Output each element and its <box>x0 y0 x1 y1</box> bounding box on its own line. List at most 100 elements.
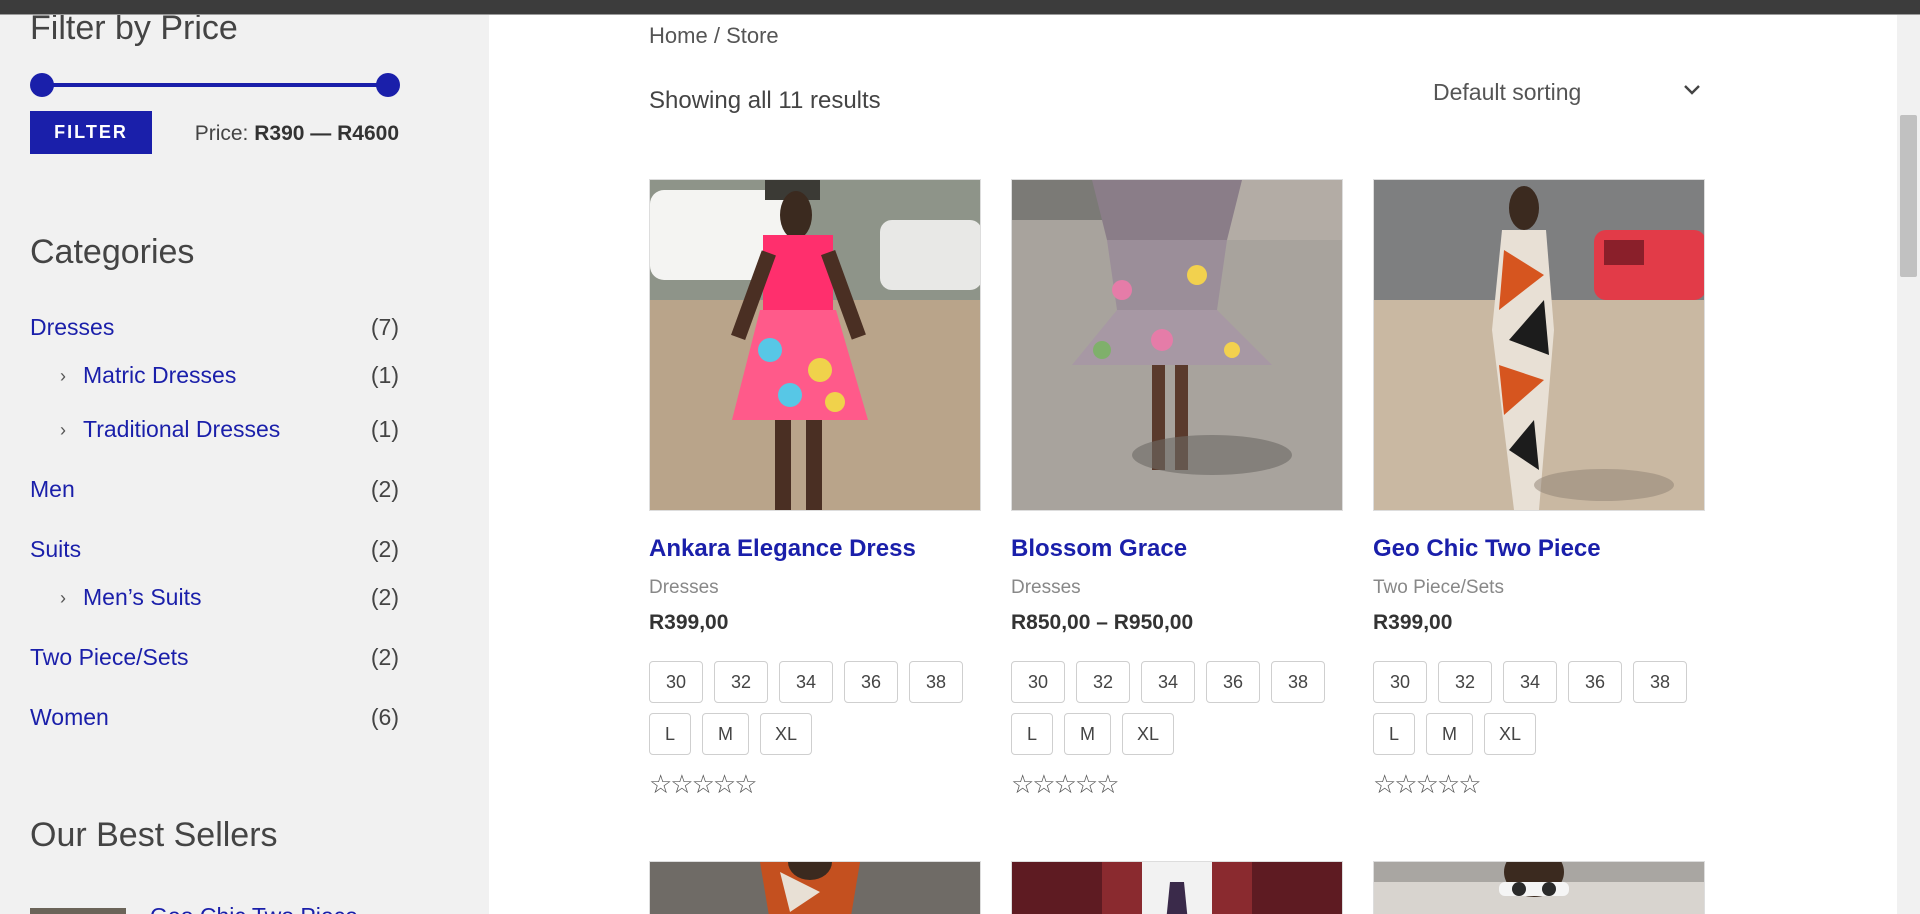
breadcrumb-current: Store <box>726 23 779 48</box>
size-option[interactable]: L <box>1011 713 1053 755</box>
product-card[interactable]: Ankara Elegance Dress Dresses R399,00 30… <box>649 179 981 799</box>
breadcrumb: Home / Store <box>649 23 779 49</box>
star-rating: ☆☆☆☆☆ <box>649 769 758 799</box>
category-men[interactable]: Men (2) <box>30 476 399 510</box>
scrollbar-thumb[interactable] <box>1900 115 1917 277</box>
price-sep: — <box>310 122 332 145</box>
best-seller-link[interactable]: Geo Chic Two Piece <box>150 903 358 914</box>
browser-top-bar <box>0 0 1920 15</box>
category-count: (2) <box>370 644 399 670</box>
category-suits[interactable]: Suits (2) <box>30 536 399 570</box>
breadcrumb-sep: / <box>713 23 720 48</box>
size-option[interactable]: 38 <box>909 661 963 703</box>
product-price: R399,00 <box>1373 611 1453 634</box>
category-link[interactable]: Men <box>30 476 75 503</box>
size-option[interactable]: L <box>1373 713 1415 755</box>
category-link[interactable]: Two Piece/Sets <box>30 644 189 671</box>
star-rating: ☆☆☆☆☆ <box>1373 769 1482 799</box>
main-content: Home / Store Showing all 11 results Defa… <box>489 15 1867 914</box>
size-option[interactable]: M <box>702 713 749 755</box>
category-two-piece-sets[interactable]: Two Piece/Sets (2) <box>30 644 399 678</box>
category-traditional-dresses[interactable]: › Traditional Dresses (1) <box>30 416 399 450</box>
size-option[interactable]: M <box>1064 713 1111 755</box>
category-count: (1) <box>370 416 399 442</box>
category-link[interactable]: Women <box>30 704 109 731</box>
size-option[interactable]: 30 <box>1373 661 1427 703</box>
size-option[interactable]: M <box>1426 713 1473 755</box>
breadcrumb-home[interactable]: Home <box>649 23 708 48</box>
category-count: (1) <box>370 362 399 388</box>
size-option[interactable]: 38 <box>1633 661 1687 703</box>
sidebar: Filter by Price FILTER Price: R390 — R46… <box>0 15 489 914</box>
category-count: (7) <box>370 314 399 340</box>
price-slider-min-handle[interactable] <box>30 73 54 97</box>
price-range-label: Price: R390 — R4600 <box>150 122 399 146</box>
size-option[interactable]: 38 <box>1271 661 1325 703</box>
size-option[interactable]: 32 <box>1438 661 1492 703</box>
sort-selected[interactable]: Default sorting <box>1433 79 1581 106</box>
product-title[interactable]: Ankara Elegance Dress <box>649 535 916 563</box>
size-option[interactable]: 36 <box>1568 661 1622 703</box>
price-max: R4600 <box>337 122 399 145</box>
size-option[interactable]: 36 <box>1206 661 1260 703</box>
category-mens-suits[interactable]: › Men’s Suits (2) <box>30 584 399 618</box>
results-count: Showing all 11 results <box>649 87 881 114</box>
category-link[interactable]: Suits <box>30 536 81 563</box>
category-count: (2) <box>370 476 399 502</box>
category-count: (2) <box>370 584 399 610</box>
size-option[interactable]: 34 <box>1141 661 1195 703</box>
product-card[interactable]: Blossom Grace Dresses R850,00 – R950,00 … <box>1011 179 1343 799</box>
product-image[interactable] <box>649 179 981 511</box>
category-matric-dresses[interactable]: › Matric Dresses (1) <box>30 362 399 396</box>
product-image[interactable] <box>1373 861 1705 914</box>
product-title[interactable]: Blossom Grace <box>1011 535 1187 563</box>
price-min: R390 <box>254 122 305 145</box>
category-link[interactable]: Traditional Dresses <box>83 416 280 443</box>
category-link[interactable]: Men’s Suits <box>83 584 201 611</box>
product-image[interactable] <box>1011 861 1343 914</box>
price-prefix: Price: <box>194 122 249 145</box>
size-option[interactable]: L <box>649 713 691 755</box>
page-scrollbar[interactable] <box>1897 15 1920 914</box>
filter-heading: Filter by Price <box>30 15 238 47</box>
size-option[interactable]: XL <box>760 713 812 755</box>
category-count: (2) <box>370 536 399 562</box>
category-link[interactable]: Matric Dresses <box>83 362 236 389</box>
size-option[interactable]: 30 <box>1011 661 1065 703</box>
price-slider[interactable] <box>30 73 400 97</box>
size-option[interactable]: 34 <box>779 661 833 703</box>
product-image[interactable] <box>649 861 981 914</box>
category-count: (6) <box>370 704 399 730</box>
filter-button[interactable]: FILTER <box>30 111 152 154</box>
best-seller-thumbnail[interactable] <box>30 908 126 914</box>
category-link[interactable]: Dresses <box>30 314 114 341</box>
product-price: R399,00 <box>649 611 729 634</box>
size-option[interactable]: 34 <box>1503 661 1557 703</box>
chevron-right-icon[interactable]: › <box>60 366 66 387</box>
sort-select[interactable]: Default sorting <box>1433 79 1703 115</box>
product-category[interactable]: Dresses <box>1011 577 1081 599</box>
category-women[interactable]: Women (6) <box>30 704 399 738</box>
product-card[interactable]: Geo Chic Two Piece Two Piece/Sets R399,0… <box>1373 179 1705 799</box>
product-category[interactable]: Two Piece/Sets <box>1373 577 1504 599</box>
size-option[interactable]: XL <box>1484 713 1536 755</box>
size-option[interactable]: 36 <box>844 661 898 703</box>
price-slider-max-handle[interactable] <box>376 73 400 97</box>
product-price: R850,00 – R950,00 <box>1011 611 1194 634</box>
star-rating: ☆☆☆☆☆ <box>1011 769 1120 799</box>
best-sellers-heading: Our Best Sellers <box>30 816 278 854</box>
product-image[interactable] <box>1373 179 1705 511</box>
chevron-right-icon[interactable]: › <box>60 420 66 441</box>
product-category[interactable]: Dresses <box>649 577 719 599</box>
size-option[interactable]: 30 <box>649 661 703 703</box>
size-option[interactable]: 32 <box>714 661 768 703</box>
chevron-down-icon[interactable] <box>1681 79 1703 101</box>
category-dresses[interactable]: Dresses (7) <box>30 314 399 348</box>
price-slider-track <box>42 83 388 87</box>
size-option[interactable]: 32 <box>1076 661 1130 703</box>
chevron-right-icon[interactable]: › <box>60 588 66 609</box>
size-option[interactable]: XL <box>1122 713 1174 755</box>
categories-heading: Categories <box>30 233 195 271</box>
product-title[interactable]: Geo Chic Two Piece <box>1373 535 1601 563</box>
product-image[interactable] <box>1011 179 1343 511</box>
